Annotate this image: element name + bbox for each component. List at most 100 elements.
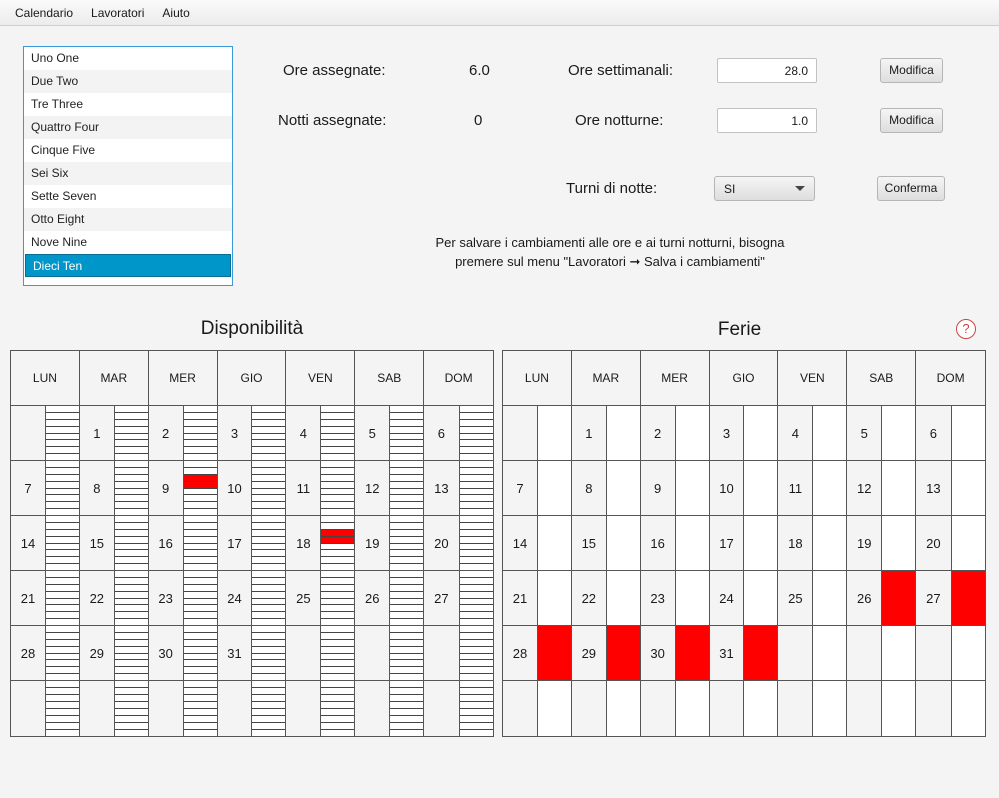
hour-slot[interactable]: [183, 681, 217, 688]
vacation-toggle[interactable]: [950, 406, 985, 460]
hour-slot[interactable]: [184, 730, 217, 736]
hour-slot[interactable]: [390, 413, 424, 420]
hour-slot[interactable]: [459, 537, 493, 544]
ferie-day-cell[interactable]: 14: [503, 516, 572, 571]
disponibilita-day-cell[interactable]: 17: [217, 516, 287, 571]
ferie-day-cell[interactable]: 4: [778, 406, 848, 461]
hour-slot[interactable]: [45, 420, 79, 427]
hours-strip[interactable]: [320, 571, 355, 625]
disponibilita-day-cell[interactable]: 29: [79, 626, 149, 681]
hour-slot[interactable]: [459, 516, 493, 523]
hour-slot[interactable]: [390, 564, 423, 570]
ferie-day-cell[interactable]: 9: [640, 461, 710, 516]
hours-strip[interactable]: [251, 406, 286, 460]
hour-slot[interactable]: [321, 660, 355, 668]
vacation-toggle[interactable]: [605, 626, 640, 680]
hour-slot[interactable]: [321, 633, 355, 640]
hour-slot[interactable]: [321, 454, 354, 460]
vacation-toggle[interactable]: [881, 681, 916, 736]
hour-slot[interactable]: [321, 509, 354, 515]
hour-slot[interactable]: [114, 723, 148, 730]
hour-slot[interactable]: [183, 592, 217, 599]
hour-slot[interactable]: [45, 626, 79, 633]
hour-slot[interactable]: [45, 702, 79, 709]
ferie-day-cell[interactable]: 28: [503, 626, 572, 681]
vacation-toggle[interactable]: [536, 461, 571, 515]
hour-slot[interactable]: [390, 723, 424, 730]
hour-slot[interactable]: [321, 502, 355, 510]
hour-slot[interactable]: [183, 695, 217, 702]
hour-slot[interactable]: [45, 550, 79, 558]
hour-slot[interactable]: [183, 447, 217, 455]
ferie-day-cell[interactable]: 13: [916, 461, 985, 516]
hour-slot[interactable]: [460, 674, 493, 680]
hour-slot[interactable]: [459, 633, 493, 640]
hour-slot[interactable]: [46, 730, 79, 736]
disponibilita-day-cell[interactable]: 20: [424, 516, 493, 571]
hours-strip[interactable]: [182, 406, 217, 460]
disponibilita-day-cell[interactable]: 26: [355, 571, 425, 626]
hour-slot[interactable]: [252, 516, 286, 523]
hour-slot[interactable]: [321, 723, 355, 730]
ferie-day-cell[interactable]: 25: [778, 571, 848, 626]
hours-strip[interactable]: [320, 681, 355, 736]
hour-slot[interactable]: [459, 461, 493, 468]
hour-slot[interactable]: [390, 454, 423, 460]
hour-slot[interactable]: [183, 557, 217, 565]
hour-slot[interactable]: [183, 550, 217, 558]
ferie-day-cell[interactable]: 18: [778, 516, 848, 571]
hours-strip[interactable]: [458, 516, 493, 570]
ferie-day-cell[interactable]: 23: [640, 571, 710, 626]
hour-slot[interactable]: [321, 730, 354, 736]
hour-slot[interactable]: [390, 544, 424, 551]
hour-slot[interactable]: [321, 475, 355, 482]
hours-strip[interactable]: [458, 681, 493, 736]
hour-slot[interactable]: [252, 730, 285, 736]
hour-slot[interactable]: [45, 585, 79, 592]
hour-slot[interactable]: [252, 420, 286, 427]
hour-slot[interactable]: [45, 716, 79, 723]
hour-slot[interactable]: [252, 571, 286, 578]
hour-slot[interactable]: [114, 440, 148, 448]
disponibilita-day-cell[interactable]: 23: [148, 571, 218, 626]
disponibilita-day-cell[interactable]: 4: [286, 406, 356, 461]
hour-slot[interactable]: [321, 413, 355, 420]
worker-list-item[interactable]: Sei Six: [24, 162, 232, 185]
disponibilita-day-cell[interactable]: 14: [11, 516, 80, 571]
hour-slot[interactable]: [183, 516, 217, 523]
hour-slot[interactable]: [45, 468, 79, 475]
hour-slot[interactable]: [114, 688, 148, 695]
ferie-day-cell[interactable]: 27: [916, 571, 985, 626]
hours-strip[interactable]: [389, 406, 424, 460]
hour-slot[interactable]: [114, 633, 148, 640]
hours-strip[interactable]: [44, 626, 79, 680]
hours-strip[interactable]: [182, 626, 217, 680]
hour-slot[interactable]: [390, 688, 424, 695]
hour-slot[interactable]: [183, 667, 217, 675]
hours-strip[interactable]: [458, 571, 493, 625]
vacation-toggle[interactable]: [605, 681, 640, 736]
worker-list-item[interactable]: Dieci Ten: [25, 254, 231, 277]
hours-strip[interactable]: [389, 516, 424, 570]
disponibilita-day-cell[interactable]: 13: [424, 461, 493, 516]
vacation-toggle[interactable]: [950, 626, 985, 680]
hour-slot[interactable]: [114, 681, 148, 688]
hour-slot[interactable]: [459, 413, 493, 420]
worker-list-item[interactable]: Tre Three: [24, 93, 232, 116]
hour-slot[interactable]: [252, 482, 286, 489]
disponibilita-day-cell[interactable]: 11: [286, 461, 356, 516]
hour-slot[interactable]: [390, 599, 424, 606]
disponibilita-day-cell[interactable]: 6: [424, 406, 493, 461]
hour-slot[interactable]: [252, 427, 286, 434]
hour-slot[interactable]: [252, 681, 286, 688]
hour-slot[interactable]: [114, 702, 148, 709]
hour-slot[interactable]: [459, 647, 493, 654]
hour-slot[interactable]: [252, 633, 286, 640]
vacation-toggle[interactable]: [812, 571, 847, 625]
vacation-toggle[interactable]: [674, 516, 709, 570]
hour-slot[interactable]: [183, 461, 217, 468]
hour-slot[interactable]: [390, 674, 423, 680]
hour-slot[interactable]: [390, 516, 424, 523]
hour-slot[interactable]: [459, 688, 493, 695]
hour-slot[interactable]: [114, 667, 148, 675]
